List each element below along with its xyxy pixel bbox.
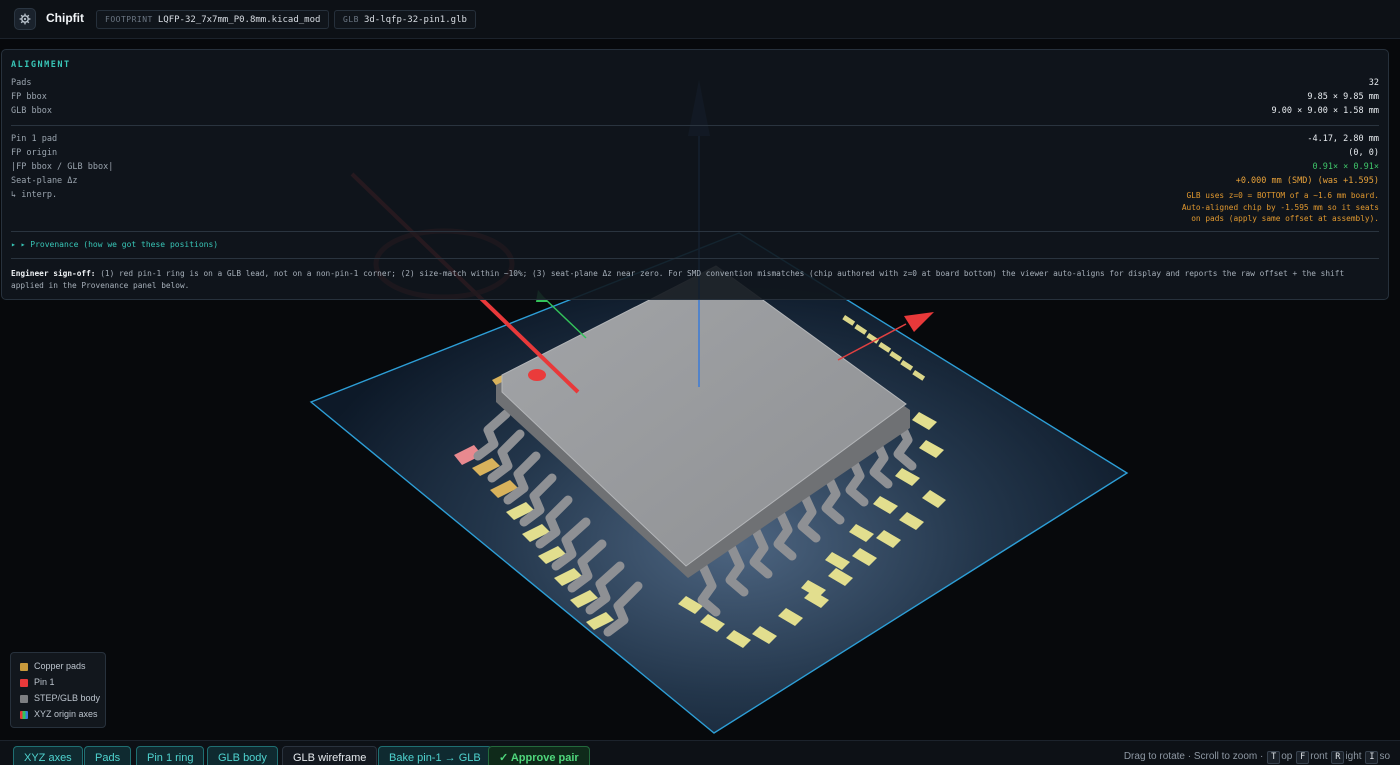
row-pin1-pad: Pin 1 pad -4.17, 2.80 mm — [11, 134, 1379, 147]
top-bar: Chipfit FOOTPRINT LQFP-32_7x7mm_P0.8mm.ki… — [0, 0, 1400, 39]
row-pads: Pads 32 — [11, 78, 1379, 91]
approve-pair-button[interactable]: ✓ Approve pair — [488, 746, 590, 765]
key-iso[interactable]: I — [1365, 751, 1379, 764]
divider — [11, 231, 1379, 232]
row-value: 9.85 × 9.85 mm — [1307, 92, 1379, 102]
footprint-key: FOOTPRINT — [105, 15, 153, 24]
note-line: Auto-aligned chip by -1.595 mm so it sea… — [1181, 202, 1379, 212]
row-label: FP bbox — [11, 92, 47, 102]
toggle-pads-button[interactable]: Pads — [84, 746, 132, 765]
legend-swatch — [20, 695, 28, 703]
row-label: FP origin — [11, 148, 58, 158]
row-fp-bbox: FP bbox 9.85 × 9.85 mm — [11, 92, 1379, 105]
row-value: -4.17, 2.80 mm — [1307, 134, 1379, 144]
row-label: Seat-plane Δz — [11, 176, 78, 186]
row-glb-bbox: GLB bbox 9.00 × 9.00 × 1.58 mm — [11, 106, 1379, 119]
row-label: |FP bbox / GLB bbox| — [11, 162, 114, 172]
app-title: Chipfit — [46, 11, 84, 25]
alignment-title: ALIGNMENT — [11, 60, 71, 70]
row-value: 9.00 × 9.00 × 1.58 mm — [1271, 106, 1379, 116]
row-value: (0, 0) — [1348, 148, 1379, 158]
legend-label: XYZ origin axes — [34, 709, 98, 719]
key-right-rest: ight — [1345, 751, 1362, 762]
row-value: 32 — [1368, 78, 1379, 88]
toggle-glb-wireframe-button[interactable]: GLB wireframe — [282, 746, 378, 765]
bake-pin1-button[interactable]: Bake pin-1 → GLB — [378, 746, 492, 765]
footprint-file-tag[interactable]: FOOTPRINT LQFP-32_7x7mm_P0.8mm.kicad_mod — [96, 10, 330, 29]
legend-label: STEP/GLB body — [34, 693, 101, 703]
key-front[interactable]: F — [1296, 751, 1310, 764]
toggle-glb-body-button[interactable]: GLB body — [207, 746, 278, 765]
toggle-xyz-axes-button[interactable]: XYZ axes — [13, 746, 83, 765]
hint-text: Drag to rotate · Scroll to zoom · — [1123, 751, 1267, 762]
row-bbox-ratio: |FP bbox / GLB bbox| 0.91× × 0.91× — [11, 162, 1379, 175]
row-label: Pin 1 pad — [11, 134, 58, 144]
row-value: 0.91× × 0.91× — [1312, 162, 1379, 172]
note-line: on pads (apply same offset at assembly). — [1191, 214, 1379, 223]
key-top-rest: op — [1281, 751, 1293, 762]
legend-label: Copper pads — [34, 661, 86, 671]
glb-filename: 3d-lqfp-32-pin1.glb — [363, 15, 467, 25]
bottom-toolbar: XYZ axes Pads Pin 1 ring GLB body GLB wi… — [0, 740, 1400, 765]
legend-swatch — [20, 679, 28, 687]
glb-file-tag[interactable]: GLB 3d-lqfp-32-pin1.glb — [334, 10, 476, 29]
row-value: +0.000 mm (SMD) (was +1.595) — [1235, 176, 1379, 186]
key-top[interactable]: T — [1267, 751, 1281, 764]
seat-plane-note: GLB uses z=0 = BOTTOM of a ~1.6 mm board… — [1182, 190, 1379, 225]
view-hint: Drag to rotate · Scroll to zoom · Top Fr… — [1124, 751, 1390, 764]
row-interp: ↳ interp. — [11, 190, 1379, 203]
note-line: GLB uses z=0 = BOTTOM of a ~1.6 mm board… — [1186, 191, 1379, 200]
divider — [11, 258, 1379, 259]
row-fp-origin: FP origin (0, 0) — [11, 148, 1379, 161]
signoff-text: (1) red pin-1 ring is on a GLB lead, not… — [11, 269, 1345, 290]
row-label: Pads — [11, 78, 32, 88]
engineer-signoff: Engineer sign-off: (1) red pin-1 ring is… — [11, 268, 1371, 291]
toggle-pin1-ring-button[interactable]: Pin 1 ring — [136, 746, 205, 765]
signoff-title: Engineer sign-off: — [11, 269, 96, 278]
key-right[interactable]: R — [1331, 751, 1345, 764]
legend-swatch — [20, 663, 28, 671]
divider — [11, 125, 1379, 126]
glb-key: GLB — [343, 15, 359, 24]
gear-icon[interactable] — [14, 8, 36, 30]
legend: Copper pads Pin 1 STEP/GLB body XYZ orig… — [10, 652, 106, 728]
row-label: GLB bbox — [11, 106, 52, 116]
x-axis-arrow — [904, 312, 934, 332]
key-front-rest: ront — [1310, 751, 1328, 762]
alignment-panel: ALIGNMENT Pads 32 FP bbox 9.85 × 9.85 mm… — [1, 49, 1389, 300]
row-seat-plane: Seat-plane Δz +0.000 mm (SMD) (was +1.59… — [11, 176, 1379, 189]
key-iso-rest: so — [1379, 751, 1390, 762]
pin1-marker-dot — [528, 369, 546, 381]
legend-swatch — [20, 711, 28, 719]
provenance-toggle[interactable]: ▸ ▸ Provenance (how we got these positio… — [11, 240, 218, 249]
row-label: ↳ interp. — [11, 190, 58, 200]
legend-label: Pin 1 — [34, 677, 55, 687]
footprint-filename: LQFP-32_7x7mm_P0.8mm.kicad_mod — [157, 15, 321, 25]
